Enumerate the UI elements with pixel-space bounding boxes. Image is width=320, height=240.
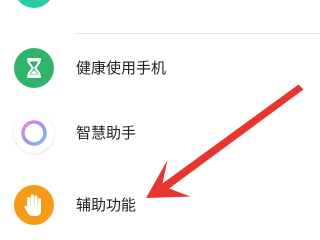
settings-item-label: 智慧助手 [76,124,137,142]
partial-settings-icon [14,0,54,8]
list-divider [74,33,320,34]
settings-screen: 健康使用手机 智慧助手 辅助功能 [0,0,320,240]
settings-item-smart-assistant[interactable]: 智慧助手 [0,103,320,163]
assistant-ring-icon [14,113,54,153]
settings-item-digital-balance[interactable]: 健康使用手机 [0,38,320,98]
settings-item-accessibility[interactable]: 辅助功能 [0,175,320,235]
hand-icon [14,185,54,225]
settings-item-label: 健康使用手机 [76,59,167,77]
settings-item-label: 辅助功能 [76,196,137,214]
hourglass-icon [14,48,54,88]
